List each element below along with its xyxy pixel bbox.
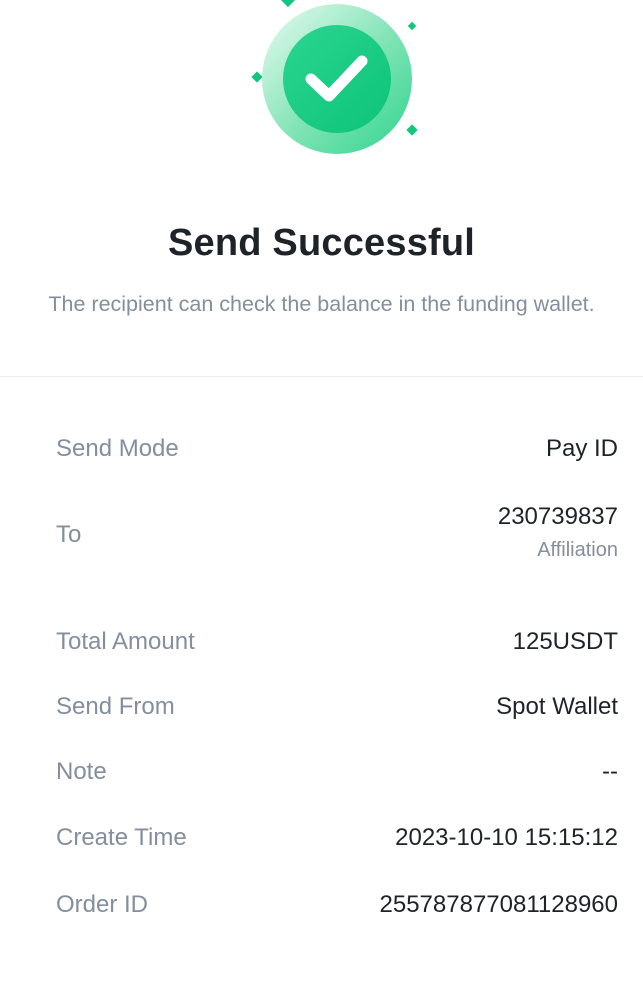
detail-row-order-id: Order ID 255787877081128960	[56, 891, 618, 919]
result-header: Send Successful The recipient can check …	[0, 0, 643, 380]
send-from-label: Send From	[56, 693, 175, 720]
send-mode-label: Send Mode	[56, 435, 179, 462]
total-amount-label: Total Amount	[56, 628, 195, 655]
detail-row-to: To 230739837 Affiliation	[56, 503, 618, 562]
send-mode-value: Pay ID	[545, 435, 618, 462]
to-value: 230739837	[497, 503, 618, 530]
to-sub-value: Affiliation	[537, 539, 618, 561]
total-amount-value: 125USDT	[512, 628, 618, 655]
to-label: To	[56, 521, 82, 548]
result-subtitle: The recipient can check the balance in t…	[48, 292, 595, 316]
note-value: --	[602, 758, 618, 785]
send-from-value: Spot Wallet	[496, 693, 618, 720]
order-id-label: Order ID	[56, 891, 149, 918]
to-value-group: 230739837 Affiliation	[498, 503, 618, 562]
create-time-value: 2023-10-10 15:15:12	[395, 824, 618, 851]
create-time-label: Create Time	[56, 824, 187, 851]
detail-row-send-mode: Send Mode Pay ID	[56, 435, 618, 463]
check-circle-icon	[251, 0, 418, 154]
section-divider	[0, 376, 643, 377]
page-title: Send Successful	[167, 222, 476, 264]
detail-row-create-time: Create Time 2023-10-10 15:15:12	[56, 824, 618, 852]
note-label: Note	[56, 758, 107, 785]
detail-row-send-from: Send From Spot Wallet	[56, 693, 618, 721]
order-id-value[interactable]: 255787877081128960	[380, 891, 618, 919]
detail-row-total-amount: Total Amount 125USDT	[56, 628, 618, 656]
detail-row-note: Note --	[56, 758, 618, 786]
